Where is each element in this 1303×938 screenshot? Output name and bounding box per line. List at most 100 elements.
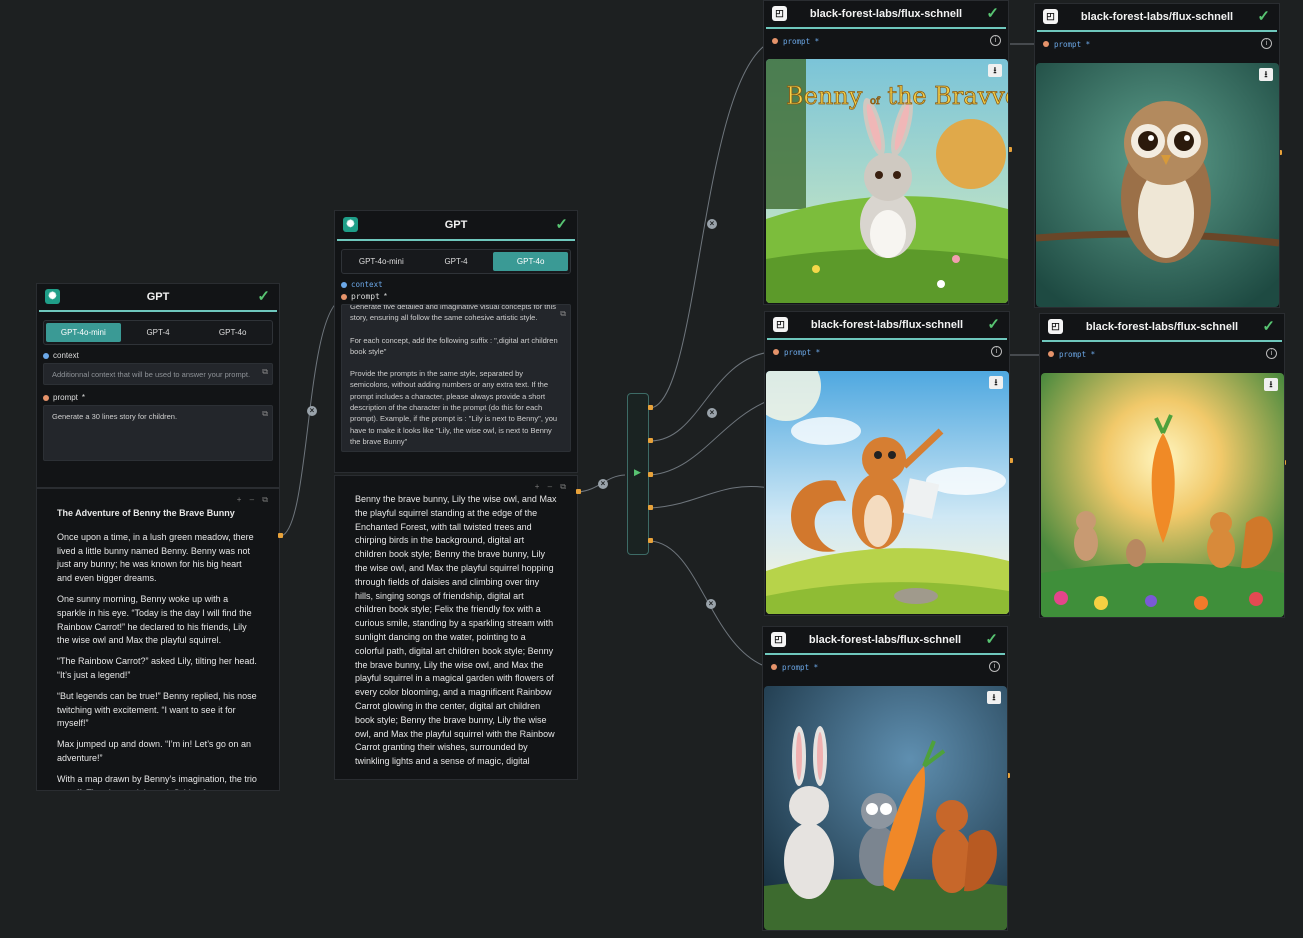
- prompt-input[interactable]: Generate a 30 lines story for children. …: [43, 405, 273, 461]
- output-tools[interactable]: + – ⧉: [535, 480, 569, 494]
- model-selector[interactable]: GPT-4o-mini GPT-4 GPT-4o: [341, 249, 571, 274]
- story-paragraph: Once upon a time, in a lush green meadow…: [57, 531, 254, 584]
- node-header[interactable]: ✺ GPT ✓: [335, 211, 577, 239]
- prompt-input-row[interactable]: prompt * i: [765, 340, 1009, 364]
- node-header[interactable]: ◰ black-forest-labs/flux-schnell ✓: [1035, 4, 1279, 30]
- node-header[interactable]: ✺ GPT ✓: [37, 284, 279, 310]
- prompt-dot[interactable]: [341, 293, 347, 300]
- node-title: black-forest-labs/flux-schnell: [1085, 321, 1239, 333]
- tab-gpt-4o[interactable]: GPT-4o: [195, 323, 270, 342]
- gpt-output-2[interactable]: + – ⧉ Benny the brave bunny, Lily the wi…: [334, 475, 578, 780]
- prompt-dot[interactable]: [1048, 351, 1054, 357]
- trio-carrot-image: [764, 686, 1007, 930]
- external-link-icon[interactable]: ⧉: [262, 367, 268, 377]
- flux-node-4[interactable]: ◰ black-forest-labs/flux-schnell ✓ promp…: [1039, 313, 1285, 618]
- gpt-output-1[interactable]: + – ⧉ The Adventure of Benny the Brave B…: [36, 488, 280, 791]
- output-port[interactable]: [648, 472, 653, 477]
- generated-image-bunny[interactable]: Benny of the Bravve ⭳: [766, 59, 1008, 303]
- prompt-dot[interactable]: [771, 664, 777, 670]
- output-port[interactable]: [648, 538, 653, 543]
- flux-node-2[interactable]: ◰ black-forest-labs/flux-schnell ✓ promp…: [1034, 3, 1280, 308]
- bunny-meadow-image: Benny of the Bravve: [766, 59, 1008, 303]
- node-title: GPT: [444, 219, 468, 231]
- context-dot[interactable]: [341, 281, 347, 288]
- flux-node-1[interactable]: ◰ black-forest-labs/flux-schnell ✓ promp…: [763, 0, 1009, 305]
- replicate-icon: ◰: [773, 317, 788, 332]
- remove-edge-icon[interactable]: ×: [706, 599, 716, 609]
- generated-image-owl[interactable]: ⭳: [1036, 63, 1279, 307]
- node-header[interactable]: ◰ black-forest-labs/flux-schnell ✓: [764, 1, 1008, 27]
- context-label: context: [43, 351, 273, 360]
- checkmark-icon: ✓: [1262, 318, 1275, 335]
- checkmark-icon: ✓: [1257, 8, 1270, 25]
- story-paragraph: “But legends can be true!” Benny replied…: [57, 690, 257, 729]
- tab-gpt-4o[interactable]: GPT-4o: [493, 252, 569, 271]
- node-header[interactable]: ◰ black-forest-labs/flux-schnell ✓: [763, 627, 1007, 653]
- output-tools[interactable]: + – ⧉: [237, 493, 271, 507]
- tab-gpt-4[interactable]: GPT-4: [419, 252, 494, 271]
- info-icon[interactable]: i: [989, 661, 1000, 672]
- openai-icon: ✺: [343, 217, 358, 232]
- flux-node-3[interactable]: ◰ black-forest-labs/flux-schnell ✓ promp…: [764, 311, 1010, 616]
- generated-image-squirrel[interactable]: ⭳: [766, 371, 1009, 614]
- output-port[interactable]: [648, 405, 653, 410]
- story-paragraph: One sunny morning, Benny woke up with a …: [57, 593, 252, 646]
- external-link-icon[interactable]: ⧉: [560, 308, 566, 319]
- prompt-input-row[interactable]: prompt * i: [1035, 32, 1279, 56]
- output-port[interactable]: [576, 489, 581, 494]
- replicate-icon: ◰: [1043, 9, 1058, 24]
- download-icon[interactable]: ⭳: [988, 64, 1002, 77]
- download-icon[interactable]: ⭳: [1259, 68, 1273, 81]
- prompt-input-row[interactable]: prompt * i: [764, 29, 1008, 53]
- replicate-icon: ◰: [771, 632, 786, 647]
- node-title: black-forest-labs/flux-schnell: [808, 634, 962, 646]
- generated-image-garden[interactable]: ⭳: [1041, 373, 1284, 617]
- remove-edge-icon[interactable]: ×: [707, 408, 717, 418]
- external-link-icon[interactable]: ⧉: [262, 409, 268, 419]
- download-icon[interactable]: ⭳: [1264, 378, 1278, 391]
- prompt-input[interactable]: Generate five detailed and imaginative v…: [341, 304, 571, 452]
- image-title-text: Benny of the Bravve: [786, 82, 1008, 110]
- prompt-dot[interactable]: [1043, 41, 1049, 47]
- download-icon[interactable]: ⭳: [989, 376, 1003, 389]
- prompt-label: prompt *: [43, 393, 273, 402]
- prompt-paragraph: Provide the prompts in the same style, s…: [350, 369, 558, 446]
- tab-gpt-4[interactable]: GPT-4: [121, 323, 196, 342]
- checkmark-icon: ✓: [985, 631, 998, 648]
- tab-gpt-4o-mini[interactable]: GPT-4o-mini: [344, 252, 419, 271]
- generated-image-trio[interactable]: ⭳: [764, 686, 1007, 930]
- checkmark-icon: ✓: [257, 288, 270, 305]
- story-paragraph: Max jumped up and down. “I’m in! Let’s g…: [57, 739, 251, 763]
- flux-node-5[interactable]: ◰ black-forest-labs/flux-schnell ✓ promp…: [762, 626, 1008, 931]
- play-icon[interactable]: ▶: [634, 467, 641, 478]
- node-header[interactable]: ◰ black-forest-labs/flux-schnell ✓: [765, 312, 1009, 338]
- prompt-dot[interactable]: [772, 38, 778, 44]
- story-paragraph: With a map drawn by Benny’s imagination,…: [57, 773, 257, 790]
- info-icon[interactable]: i: [1261, 38, 1272, 49]
- prompt-dot[interactable]: [43, 394, 49, 401]
- info-icon[interactable]: i: [1266, 348, 1277, 359]
- prompt-paragraph: Generate five detailed and imaginative v…: [350, 304, 556, 323]
- output-port[interactable]: [278, 533, 283, 538]
- context-dot[interactable]: [43, 352, 49, 359]
- tab-gpt-4o-mini[interactable]: GPT-4o-mini: [46, 323, 121, 342]
- node-title: black-forest-labs/flux-schnell: [809, 8, 963, 20]
- remove-edge-icon[interactable]: ×: [707, 219, 717, 229]
- output-port[interactable]: [648, 505, 653, 510]
- prompt-input-row[interactable]: prompt * i: [763, 655, 1007, 679]
- gpt-node-2[interactable]: ✺ GPT ✓ GPT-4o-mini GPT-4 GPT-4o context…: [334, 210, 578, 473]
- gpt-node-1[interactable]: ✺ GPT ✓ GPT-4o-mini GPT-4 GPT-4o context…: [36, 283, 280, 488]
- remove-edge-icon[interactable]: ×: [307, 406, 317, 416]
- info-icon[interactable]: i: [991, 346, 1002, 357]
- remove-edge-icon[interactable]: ×: [598, 479, 608, 489]
- prompt-label: prompt *: [341, 292, 571, 301]
- download-icon[interactable]: ⭳: [987, 691, 1001, 704]
- prompt-input-row[interactable]: prompt * i: [1040, 342, 1284, 366]
- router-node[interactable]: ▶: [627, 393, 649, 555]
- output-port[interactable]: [648, 438, 653, 443]
- node-header[interactable]: ◰ black-forest-labs/flux-schnell ✓: [1040, 314, 1284, 340]
- model-selector[interactable]: GPT-4o-mini GPT-4 GPT-4o: [43, 320, 273, 345]
- prompt-dot[interactable]: [773, 349, 779, 355]
- context-input[interactable]: Additionnal context that will be used to…: [43, 363, 273, 385]
- info-icon[interactable]: i: [990, 35, 1001, 46]
